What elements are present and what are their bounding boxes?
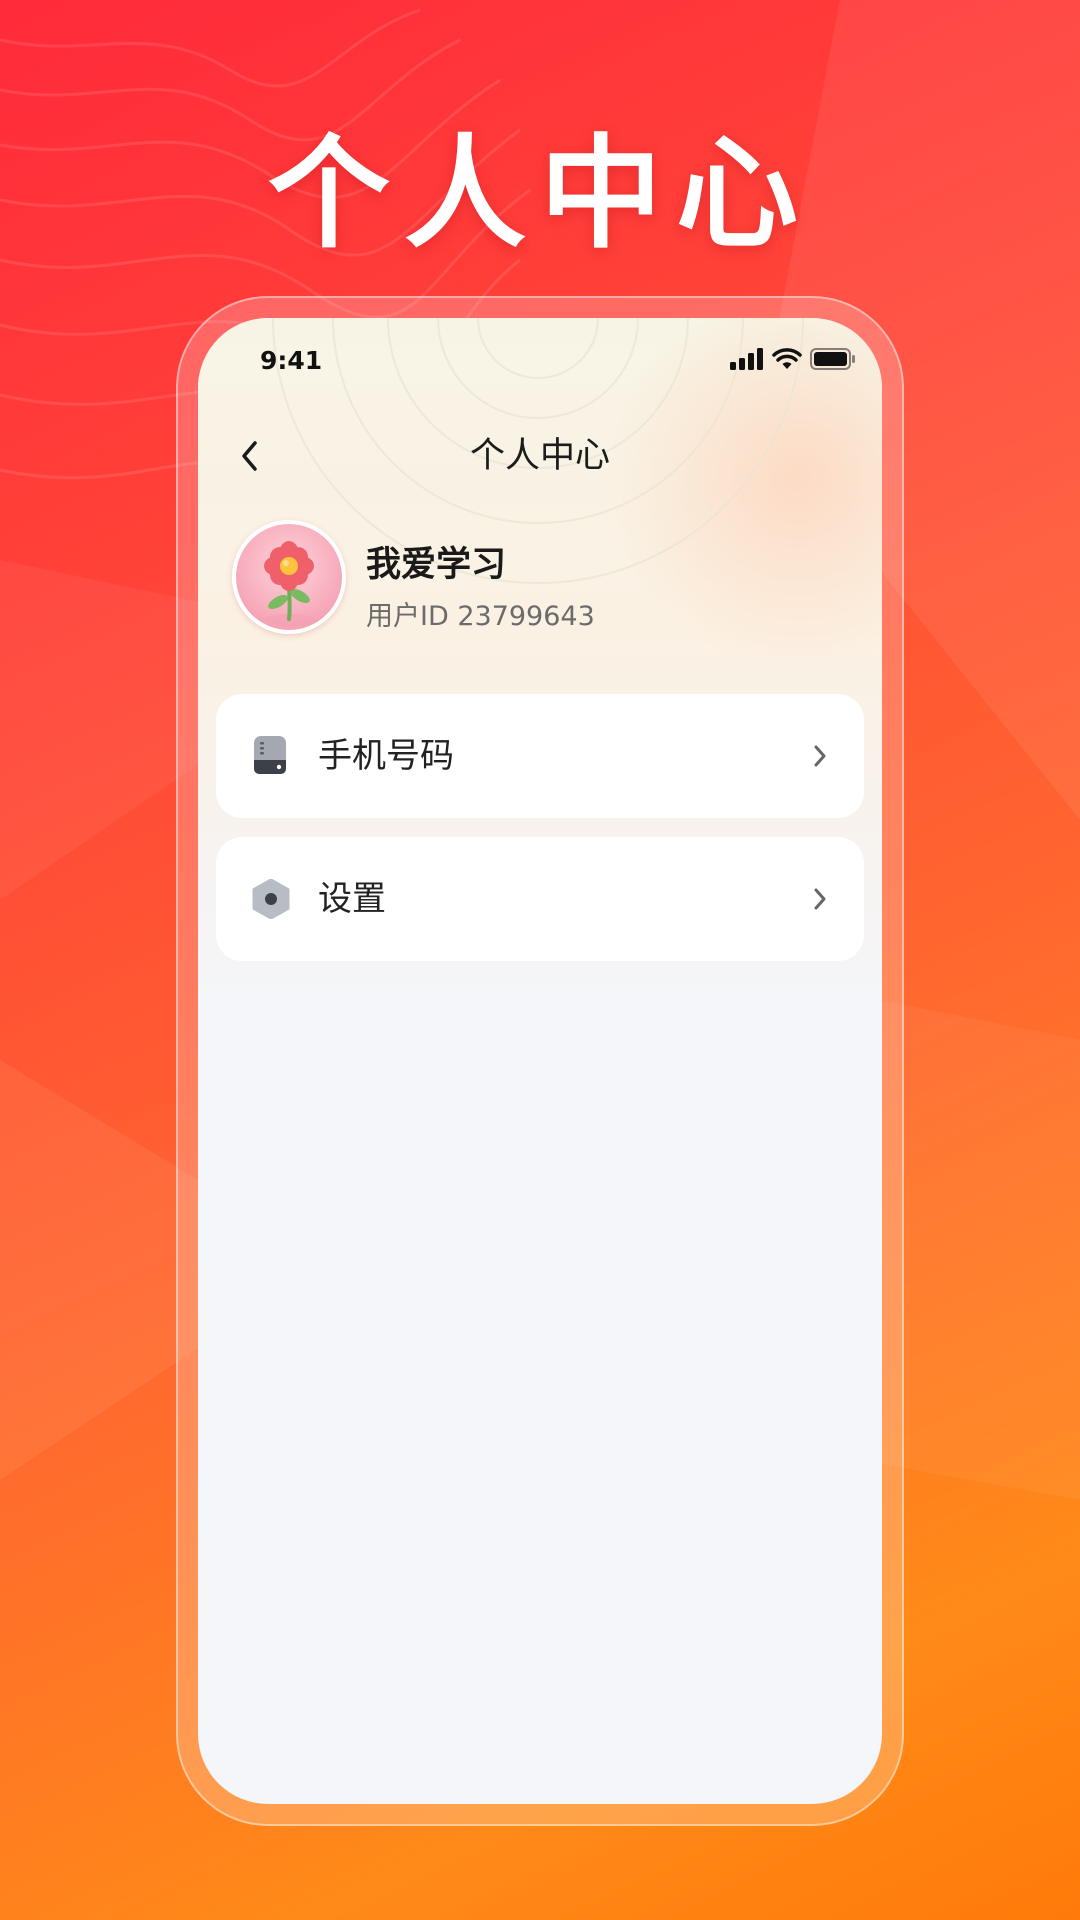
- status-bar: 9:41: [198, 318, 882, 408]
- menu-item-label: 手机号码: [318, 736, 454, 776]
- user-name: 我爱学习: [366, 545, 507, 585]
- back-button[interactable]: [228, 432, 272, 480]
- battery-icon: [810, 348, 855, 370]
- status-icons: [730, 346, 856, 372]
- promo-stage: 个人中心 9:41 个人中心 我爱学习 用户ID 23799643 手机号码 设…: [0, 0, 1080, 1920]
- phone-screen: 9:41 个人中心 我爱学习 用户ID 23799643 手机号码 设置: [198, 318, 882, 1804]
- avatar[interactable]: [232, 520, 346, 634]
- user-id: 用户ID 23799643: [366, 601, 595, 632]
- status-time: 9:41: [260, 346, 323, 375]
- phone-device-icon: [254, 736, 286, 774]
- profile-section: 我爱学习 用户ID 23799643: [232, 520, 852, 638]
- wifi-icon: [772, 348, 802, 369]
- menu-item-phone-number[interactable]: 手机号码: [216, 694, 864, 818]
- navigation-bar: 个人中心: [198, 408, 882, 504]
- menu-item-settings[interactable]: 设置: [216, 837, 864, 961]
- page-headline: 个人中心: [268, 123, 812, 265]
- signal-icon: [730, 348, 763, 370]
- menu-item-label: 设置: [318, 879, 386, 919]
- settings-hex-icon: [252, 879, 290, 919]
- chevron-left-icon: [242, 441, 257, 471]
- chevron-right-icon: [814, 888, 826, 910]
- nav-title: 个人中心: [469, 436, 610, 476]
- chevron-right-icon: [814, 745, 826, 767]
- flower-avatar-icon: [263, 541, 315, 626]
